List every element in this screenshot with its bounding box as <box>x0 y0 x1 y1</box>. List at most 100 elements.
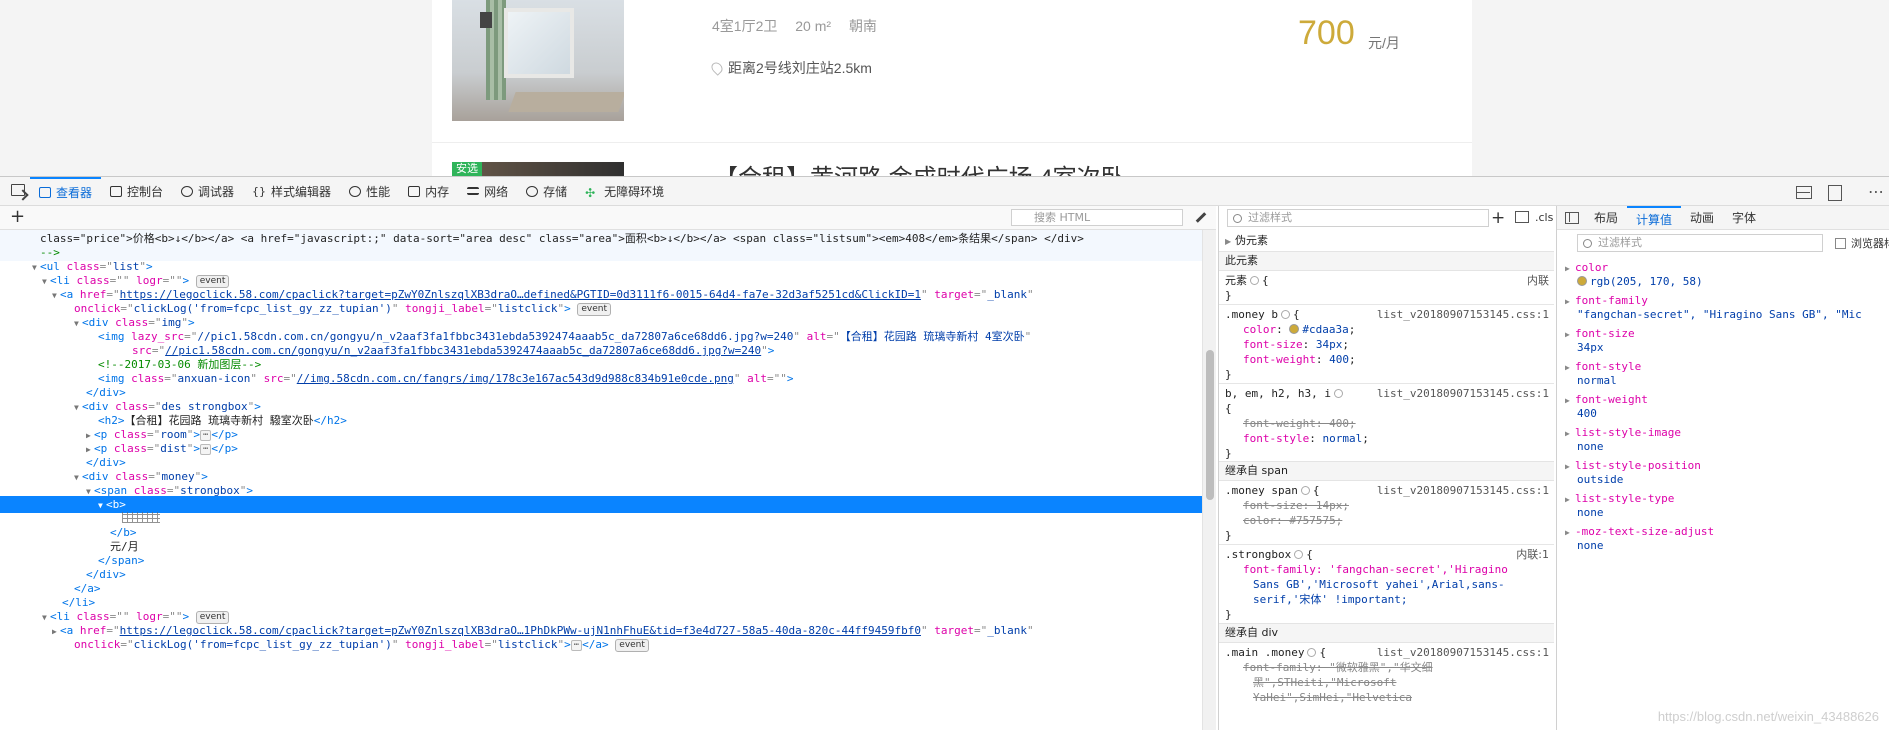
add-rule-icon[interactable]: + <box>1491 208 1505 228</box>
rule-declaration-cont: YaHei",SimHei,"Helvetica <box>1253 691 1412 704</box>
rule-declaration-overridden[interactable]: font-weight: 400; <box>1219 416 1554 431</box>
rule-declaration[interactable]: color: #cdaa3a; <box>1219 322 1554 337</box>
rule-close: } <box>1225 608 1232 621</box>
price-unit: 元/月 <box>1368 35 1400 51</box>
orientation: 朝南 <box>848 18 877 34</box>
computed-prop[interactable]: ▶ font-family <box>1565 294 1648 307</box>
computed-value: none <box>1577 506 1604 519</box>
computed-prop[interactable]: ▶ list-style-image <box>1565 426 1681 439</box>
rule-declaration-cont: 黑",STHeiti,"Microsoft <box>1253 676 1397 689</box>
inherited-div-header: 继承自 div <box>1219 623 1554 643</box>
listing-card[interactable]: 4室1厅2卫 20 m² 朝南 距离2号线刘庄站2.5km 700 元/月 安选… <box>432 0 1472 176</box>
rule-selector[interactable]: b, em, h2, h3, i list_v20180907153145.css… <box>1219 386 1554 401</box>
cls-toggle[interactable]: .cls <box>1535 211 1553 224</box>
tab-label: 查看器 <box>56 185 93 200</box>
tab-network[interactable]: 网络 <box>458 177 517 206</box>
computed-prop[interactable]: ▶ list-style-type <box>1565 492 1674 505</box>
markup-line[interactable]: onclick="clickLog('from=fcpc_list_gy_zz_… <box>0 636 1202 653</box>
tab-console[interactable]: 控制台 <box>101 177 172 206</box>
debugger-icon <box>181 185 194 197</box>
room-layout: 4室1厅2卫 <box>712 18 778 34</box>
element-picker-icon[interactable] <box>8 180 30 202</box>
rule-selector[interactable]: .money b{list_v20180907153145.css:1 <box>1219 307 1554 322</box>
tab-label: 控制台 <box>127 184 164 199</box>
computed-pane: 布局 计算值 动画 字体 过滤样式 浏览器样式 ▶color rgb(205, … <box>1556 206 1889 730</box>
tab-performance[interactable]: 性能 <box>340 177 399 206</box>
rule-selector[interactable]: .money span{list_v20180907153145.css:1 <box>1219 483 1554 498</box>
pseudo-elements-toggle[interactable]: ▶ 伪元素 <box>1219 233 1554 248</box>
rule-divider <box>1219 383 1554 384</box>
computed-filter-input[interactable]: 过滤样式 <box>1577 234 1823 252</box>
rule-declaration-overridden[interactable]: font-family: "微软雅黑","华文细 <box>1219 660 1554 675</box>
tab-fonts[interactable]: 字体 <box>1723 206 1765 230</box>
obfuscated-digits-glyph <box>122 512 160 523</box>
tab-animations[interactable]: 动画 <box>1681 206 1723 230</box>
rule-open: { <box>1225 402 1232 415</box>
computed-value: 400 <box>1577 407 1597 420</box>
memory-icon <box>408 185 421 197</box>
add-node-icon[interactable]: + <box>10 207 25 227</box>
computed-value: 34px <box>1577 341 1604 354</box>
inspector-toolbar: + 搜索 HTML <box>0 206 1216 230</box>
computed-prop[interactable]: ▶ -moz-text-size-adjust <box>1565 525 1714 538</box>
rule-selector[interactable]: 元素{内联 <box>1219 273 1554 288</box>
rule-declaration-cont: Sans GB','Microsoft yahei',Arial,sans- <box>1253 578 1505 591</box>
rule-declaration[interactable]: font-weight: 400; <box>1219 352 1554 367</box>
event-badge[interactable]: event <box>615 639 649 652</box>
tab-label: 存储 <box>543 184 568 199</box>
computed-prop[interactable]: ▶ color <box>1565 261 1608 274</box>
rule-selector[interactable]: .main .money{list_v20180907153145.css:1 <box>1219 645 1554 660</box>
pseudo-class-toggle-icon[interactable] <box>1515 211 1529 223</box>
watermark: https://blog.csdn.net/weixin_43488626 <box>1657 709 1879 724</box>
location-pin-icon <box>709 60 725 76</box>
listing-photo[interactable] <box>452 0 624 121</box>
computed-prop[interactable]: ▶ font-style <box>1565 360 1641 373</box>
devtools-panel: 查看器 控制台 调试器 {} 样式编辑器 性能 内存 网络 存储 ✣ 无障碍环境 +… <box>0 176 1889 730</box>
distance-info: 距离2号线刘庄站2.5km <box>709 58 872 78</box>
color-swatch[interactable] <box>1289 324 1300 334</box>
tab-computed[interactable]: 计算值 <box>1627 206 1682 230</box>
rule-selector[interactable]: .strongbox{内联:1 <box>1219 547 1554 562</box>
sidebar-tabs: 布局 计算值 动画 字体 <box>1557 206 1889 230</box>
rule-declaration-overridden[interactable]: font-size: 14px; <box>1219 498 1554 513</box>
markup-tree[interactable]: class="price">价格<b>↓</b></a> <a href="ja… <box>0 230 1202 730</box>
computed-prop[interactable]: ▶ font-size <box>1565 327 1635 340</box>
rule-declaration[interactable]: font-style: normal; <box>1219 431 1554 446</box>
this-element-header: 此元素 <box>1219 251 1554 271</box>
split-console-icon[interactable] <box>1824 182 1852 202</box>
tab-storage[interactable]: 存储 <box>517 177 576 206</box>
tab-accessibility[interactable]: ✣ 无障碍环境 <box>576 177 673 206</box>
more-options-icon[interactable] <box>1858 182 1886 202</box>
toggle-panel-icon[interactable] <box>1565 211 1579 224</box>
page-preview: 4室1厅2卫 20 m² 朝南 距离2号线刘庄站2.5km 700 元/月 安选… <box>0 0 1889 176</box>
tab-layout[interactable]: 布局 <box>1585 206 1627 230</box>
style-editor-icon: {} <box>252 184 267 198</box>
rule-declaration-overridden[interactable]: color: #757575; <box>1219 513 1554 528</box>
eyedropper-icon[interactable] <box>1193 210 1207 224</box>
tab-memory[interactable]: 内存 <box>399 177 458 206</box>
computed-value: none <box>1577 440 1604 453</box>
browser-styles-checkbox[interactable] <box>1835 238 1846 249</box>
computed-value: rgb(205, 170, 58) <box>1565 275 1703 288</box>
computed-prop[interactable]: ▶ list-style-position <box>1565 459 1701 472</box>
dock-layout-icon[interactable] <box>1790 182 1818 202</box>
rule-close: } <box>1225 368 1232 381</box>
tab-inspector[interactable]: 查看器 <box>30 176 102 206</box>
color-swatch <box>1577 276 1587 286</box>
tab-style-editor[interactable]: {} 样式编辑器 <box>243 177 340 206</box>
anxuan-badge: 安选 <box>452 162 482 176</box>
markup-scrollbar[interactable] <box>1202 230 1216 730</box>
computed-prop[interactable]: ▶ font-weight <box>1565 393 1648 406</box>
scrollbar-thumb[interactable] <box>1206 350 1214 500</box>
price-value: 700 <box>1298 14 1355 52</box>
computed-value: "fangchan-secret", "Hiragino Sans GB", "… <box>1577 308 1862 321</box>
search-html-input[interactable]: 搜索 HTML <box>1011 209 1183 226</box>
tab-label: 样式编辑器 <box>271 184 332 199</box>
rule-declaration[interactable]: font-family: 'fangchan-secret','Hiragino <box>1219 562 1554 577</box>
listing-title-2[interactable]: 【合租】黄河路 金成时代广场 4室次卧 <box>714 158 1125 176</box>
tab-label: 无障碍环境 <box>604 184 665 199</box>
tab-debugger[interactable]: 调试器 <box>172 177 243 206</box>
browser-styles-label: 浏览器样式 <box>1851 237 1889 250</box>
rules-filter-input[interactable]: 过滤样式 <box>1227 209 1489 227</box>
rule-declaration[interactable]: font-size: 34px; <box>1219 337 1554 352</box>
